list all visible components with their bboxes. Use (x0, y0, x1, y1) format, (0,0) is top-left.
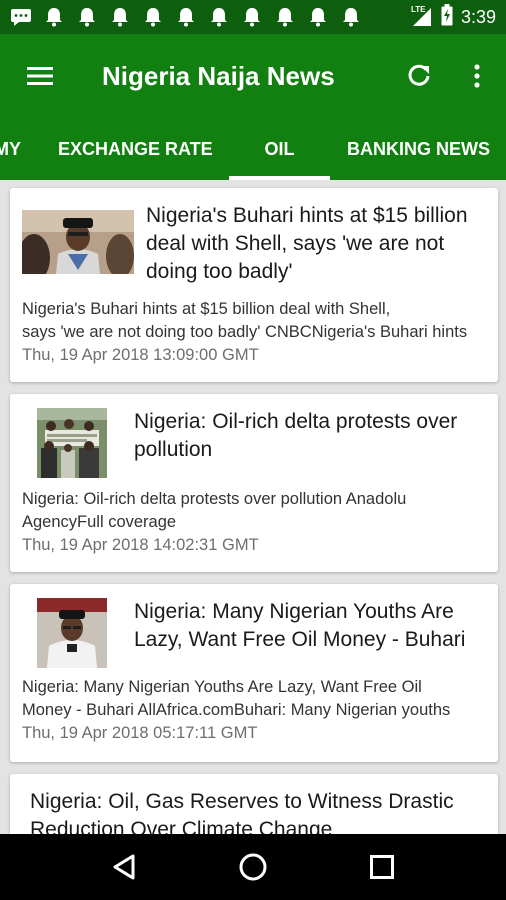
hamburger-menu-icon (27, 67, 53, 85)
article-thumbnail (22, 598, 122, 668)
article-title: Nigeria's Buhari hints at $15 billion de… (146, 204, 468, 283)
article-title: Nigeria: Many Nigerian Youths Are Lazy, … (134, 600, 466, 651)
article-card[interactable]: Nigeria's Buhari hints at $15 billion de… (10, 188, 498, 382)
article-thumbnail (22, 408, 122, 478)
article-description: Nigeria's Buhari hints at $15 billion de… (22, 300, 468, 341)
article-date: Thu, 19 Apr 2018 14:02:31 GMT (22, 536, 259, 554)
refresh-button[interactable] (390, 34, 448, 118)
tab-my[interactable]: MY (0, 118, 21, 180)
article-thumbnail (22, 210, 134, 274)
recents-square-icon (369, 855, 394, 879)
status-bar: LTE 3:39 (0, 0, 506, 34)
article-date: Thu, 19 Apr 2018 13:09:00 GMT (22, 346, 259, 364)
bell-icon (274, 6, 296, 28)
app-title: Nigeria Naija News (102, 60, 335, 91)
article-card[interactable]: Nigeria: Many Nigerian Youths Are Lazy, … (10, 584, 498, 762)
system-indicators: LTE 3:39 (410, 3, 496, 31)
article-list: Nigeria's Buhari hints at $15 billion de… (0, 180, 506, 834)
lte-signal-icon: LTE (410, 5, 433, 27)
network-type: LTE (410, 5, 426, 14)
tab-exchange-rate[interactable]: EXCHANGE RATE (58, 118, 213, 180)
message-icon (10, 6, 32, 28)
bell-icon (175, 6, 197, 28)
more-options-button[interactable] (448, 34, 506, 118)
notification-icons (10, 6, 362, 28)
category-tabs: MY EXCHANGE RATE OIL BANKING NEWS (0, 118, 506, 180)
article-date: Thu, 19 Apr 2018 05:17:11 GMT (22, 724, 258, 742)
article-card[interactable]: Nigeria: Oil, Gas Reserves to Witness Dr… (10, 774, 498, 834)
bell-icon (340, 6, 362, 28)
bell-icon (241, 6, 263, 28)
more-vert-icon (474, 64, 480, 88)
battery-charging-icon (441, 3, 453, 31)
back-icon (113, 854, 135, 880)
menu-button[interactable] (0, 34, 80, 118)
recents-button[interactable] (352, 837, 412, 897)
article-description: Nigeria: Many Nigerian Youths Are Lazy, … (22, 678, 451, 719)
bell-icon (208, 6, 230, 28)
tab-banking-news[interactable]: BANKING NEWS (347, 118, 490, 180)
article-card[interactable]: Nigeria: Oil-rich delta protests over po… (10, 394, 498, 572)
bell-icon (43, 6, 65, 28)
article-title: Nigeria: Oil, Gas Reserves to Witness Dr… (30, 790, 454, 834)
tab-oil[interactable]: OIL (229, 118, 330, 180)
home-circle-icon (239, 853, 267, 881)
article-title: Nigeria: Oil-rich delta protests over po… (134, 410, 458, 461)
system-navigation-bar (0, 834, 506, 900)
home-button[interactable] (223, 837, 283, 897)
clock: 3:39 (460, 6, 496, 27)
bell-icon (109, 6, 131, 28)
refresh-icon (408, 64, 430, 86)
bell-icon (142, 6, 164, 28)
app-bar: Nigeria Naija News (0, 34, 506, 118)
bell-icon (76, 6, 98, 28)
back-button[interactable] (94, 837, 154, 897)
article-description: Nigeria: Oil-rich delta protests over po… (22, 490, 407, 531)
bell-icon (307, 6, 329, 28)
